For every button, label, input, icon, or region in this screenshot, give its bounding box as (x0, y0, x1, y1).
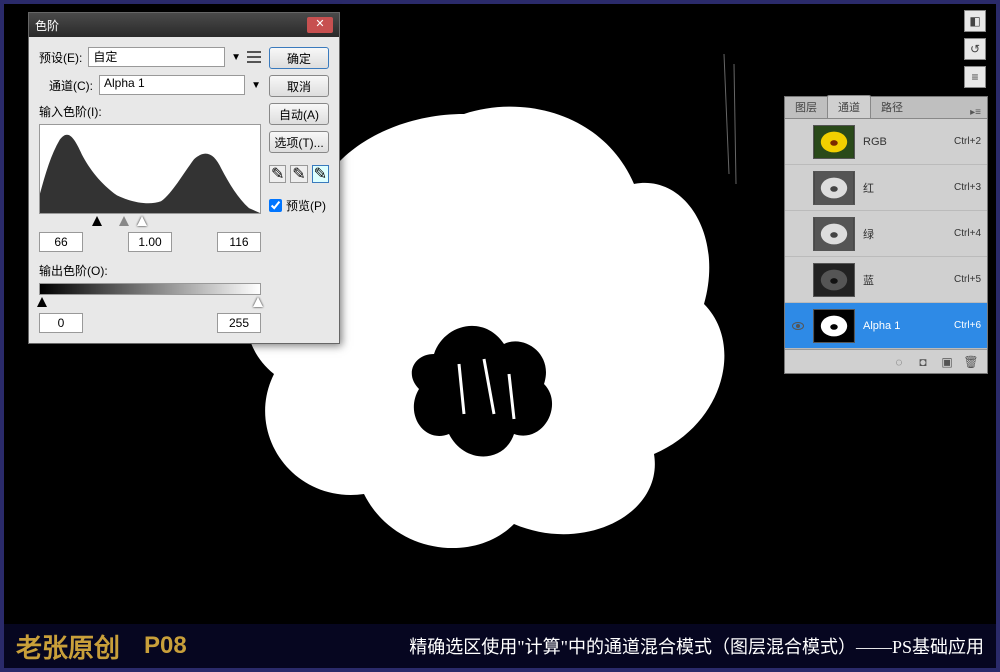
output-slider[interactable] (39, 297, 261, 309)
histogram-panel-icon[interactable]: ◧ (964, 10, 986, 32)
code-label: P08 (144, 632, 187, 660)
levels-dialog: 色阶 ✕ 预设(E): 自定 ▼ 通道(C): Alpha 1 ▼ 输入色阶(I… (28, 12, 340, 344)
visibility-toggle[interactable] (791, 273, 805, 287)
white-eyedropper-icon[interactable]: ✎ (312, 165, 329, 183)
channel-thumbnail (813, 125, 855, 159)
channel-shortcut: Ctrl+6 (954, 320, 981, 331)
channel-shortcut: Ctrl+5 (954, 274, 981, 285)
preset-select[interactable]: 自定 (88, 47, 225, 67)
shadow-input[interactable] (39, 232, 83, 252)
dialog-title: 色阶 (35, 17, 307, 34)
black-eyedropper-icon[interactable]: ✎ (269, 165, 286, 183)
out-white-slider[interactable] (253, 297, 263, 307)
channel-dropdown-icon[interactable]: ▼ (251, 80, 261, 91)
channel-thumbnail (813, 171, 855, 205)
channel-shortcut: Ctrl+4 (954, 228, 981, 239)
channel-list: RGB Ctrl+2 红 Ctrl+3 绿 Ctrl+4 蓝 Ctrl+5 Alpha 1 Ctr… (785, 119, 987, 349)
channel-name: 绿 (863, 226, 946, 242)
channel-row-红[interactable]: 红 Ctrl+3 (785, 165, 987, 211)
gray-eyedropper-icon[interactable]: ✎ (290, 165, 307, 183)
new-channel-icon[interactable]: ▣ (939, 354, 955, 370)
dialog-titlebar[interactable]: 色阶 ✕ (29, 13, 339, 37)
delete-channel-icon[interactable]: 🗑 (963, 354, 979, 370)
author-label: 老张原创 (16, 628, 120, 665)
close-button[interactable]: ✕ (307, 17, 333, 33)
history-panel-icon[interactable]: ↺ (964, 38, 986, 60)
panel-tabs: 图层 通道 路径 ▸≡ (785, 97, 987, 119)
out-black-input[interactable] (39, 313, 83, 333)
preview-checkbox-input[interactable] (269, 199, 282, 212)
channel-select[interactable]: Alpha 1 (99, 75, 245, 95)
description-label: 精确选区使用"计算"中的通道混合模式（图层混合模式）——PS基础应用 (409, 633, 984, 659)
ok-button[interactable]: 确定 (269, 47, 329, 69)
auto-button[interactable]: 自动(A) (269, 103, 329, 125)
channels-panel: 图层 通道 路径 ▸≡ RGB Ctrl+2 红 Ctrl+3 绿 Ctrl+4 蓝 Ctrl… (784, 96, 988, 374)
input-levels-label: 输入色阶(I): (39, 103, 261, 120)
channel-name: RGB (863, 136, 946, 148)
channel-label: 通道(C): (49, 77, 93, 94)
channel-row-alpha1[interactable]: Alpha 1 Ctrl+6 (785, 303, 987, 349)
channel-thumbnail (813, 217, 855, 251)
channel-name: Alpha 1 (863, 320, 946, 332)
channel-name: 蓝 (863, 272, 946, 288)
channel-row-绿[interactable]: 绿 Ctrl+4 (785, 211, 987, 257)
eyedropper-group: ✎ ✎ ✎ (269, 165, 329, 183)
midtone-slider[interactable] (119, 216, 129, 226)
panel-footer: ◌ ◘ ▣ 🗑 (785, 349, 987, 373)
actions-panel-icon[interactable]: ≡ (964, 66, 986, 88)
panel-menu-icon[interactable]: ▸≡ (964, 107, 987, 118)
shadow-slider[interactable] (92, 216, 102, 226)
midtone-input[interactable] (128, 232, 172, 252)
channel-row-蓝[interactable]: 蓝 Ctrl+5 (785, 257, 987, 303)
channel-shortcut: Ctrl+3 (954, 182, 981, 193)
save-selection-icon[interactable]: ◘ (915, 354, 931, 370)
visibility-toggle[interactable] (791, 135, 805, 149)
out-white-input[interactable] (217, 313, 261, 333)
channel-thumbnail (813, 263, 855, 297)
output-levels-label: 输出色阶(O): (39, 262, 261, 279)
histogram (39, 124, 261, 214)
tab-channels[interactable]: 通道 (827, 95, 871, 118)
tab-paths[interactable]: 路径 (871, 96, 913, 118)
caption-bar: 老张原创 P08 精确选区使用"计算"中的通道混合模式（图层混合模式）——PS基… (4, 624, 996, 668)
visibility-toggle[interactable] (791, 227, 805, 241)
visibility-toggle[interactable] (791, 181, 805, 195)
output-gradient (39, 283, 261, 295)
highlight-slider[interactable] (137, 216, 147, 226)
load-selection-icon[interactable]: ◌ (891, 354, 907, 370)
input-slider[interactable] (39, 216, 261, 228)
app-frame: 色阶 ✕ 预设(E): 自定 ▼ 通道(C): Alpha 1 ▼ 输入色阶(I… (0, 0, 1000, 672)
channel-shortcut: Ctrl+2 (954, 136, 981, 147)
preset-dropdown-icon[interactable]: ▼ (231, 52, 241, 63)
highlight-input[interactable] (217, 232, 261, 252)
preview-checkbox[interactable]: 预览(P) (269, 197, 329, 214)
options-button[interactable]: 选项(T)... (269, 131, 329, 153)
cancel-button[interactable]: 取消 (269, 75, 329, 97)
channel-thumbnail (813, 309, 855, 343)
channel-row-rgb[interactable]: RGB Ctrl+2 (785, 119, 987, 165)
channel-name: 红 (863, 180, 946, 196)
preset-label: 预设(E): (39, 49, 82, 66)
visibility-toggle[interactable] (791, 319, 805, 333)
eye-icon (792, 322, 804, 330)
preset-menu-icon[interactable] (247, 51, 261, 63)
preview-label: 预览(P) (286, 197, 326, 214)
tab-layers[interactable]: 图层 (785, 96, 827, 118)
right-toolbar: ◧ ↺ ≡ (964, 10, 988, 88)
out-black-slider[interactable] (37, 297, 47, 307)
